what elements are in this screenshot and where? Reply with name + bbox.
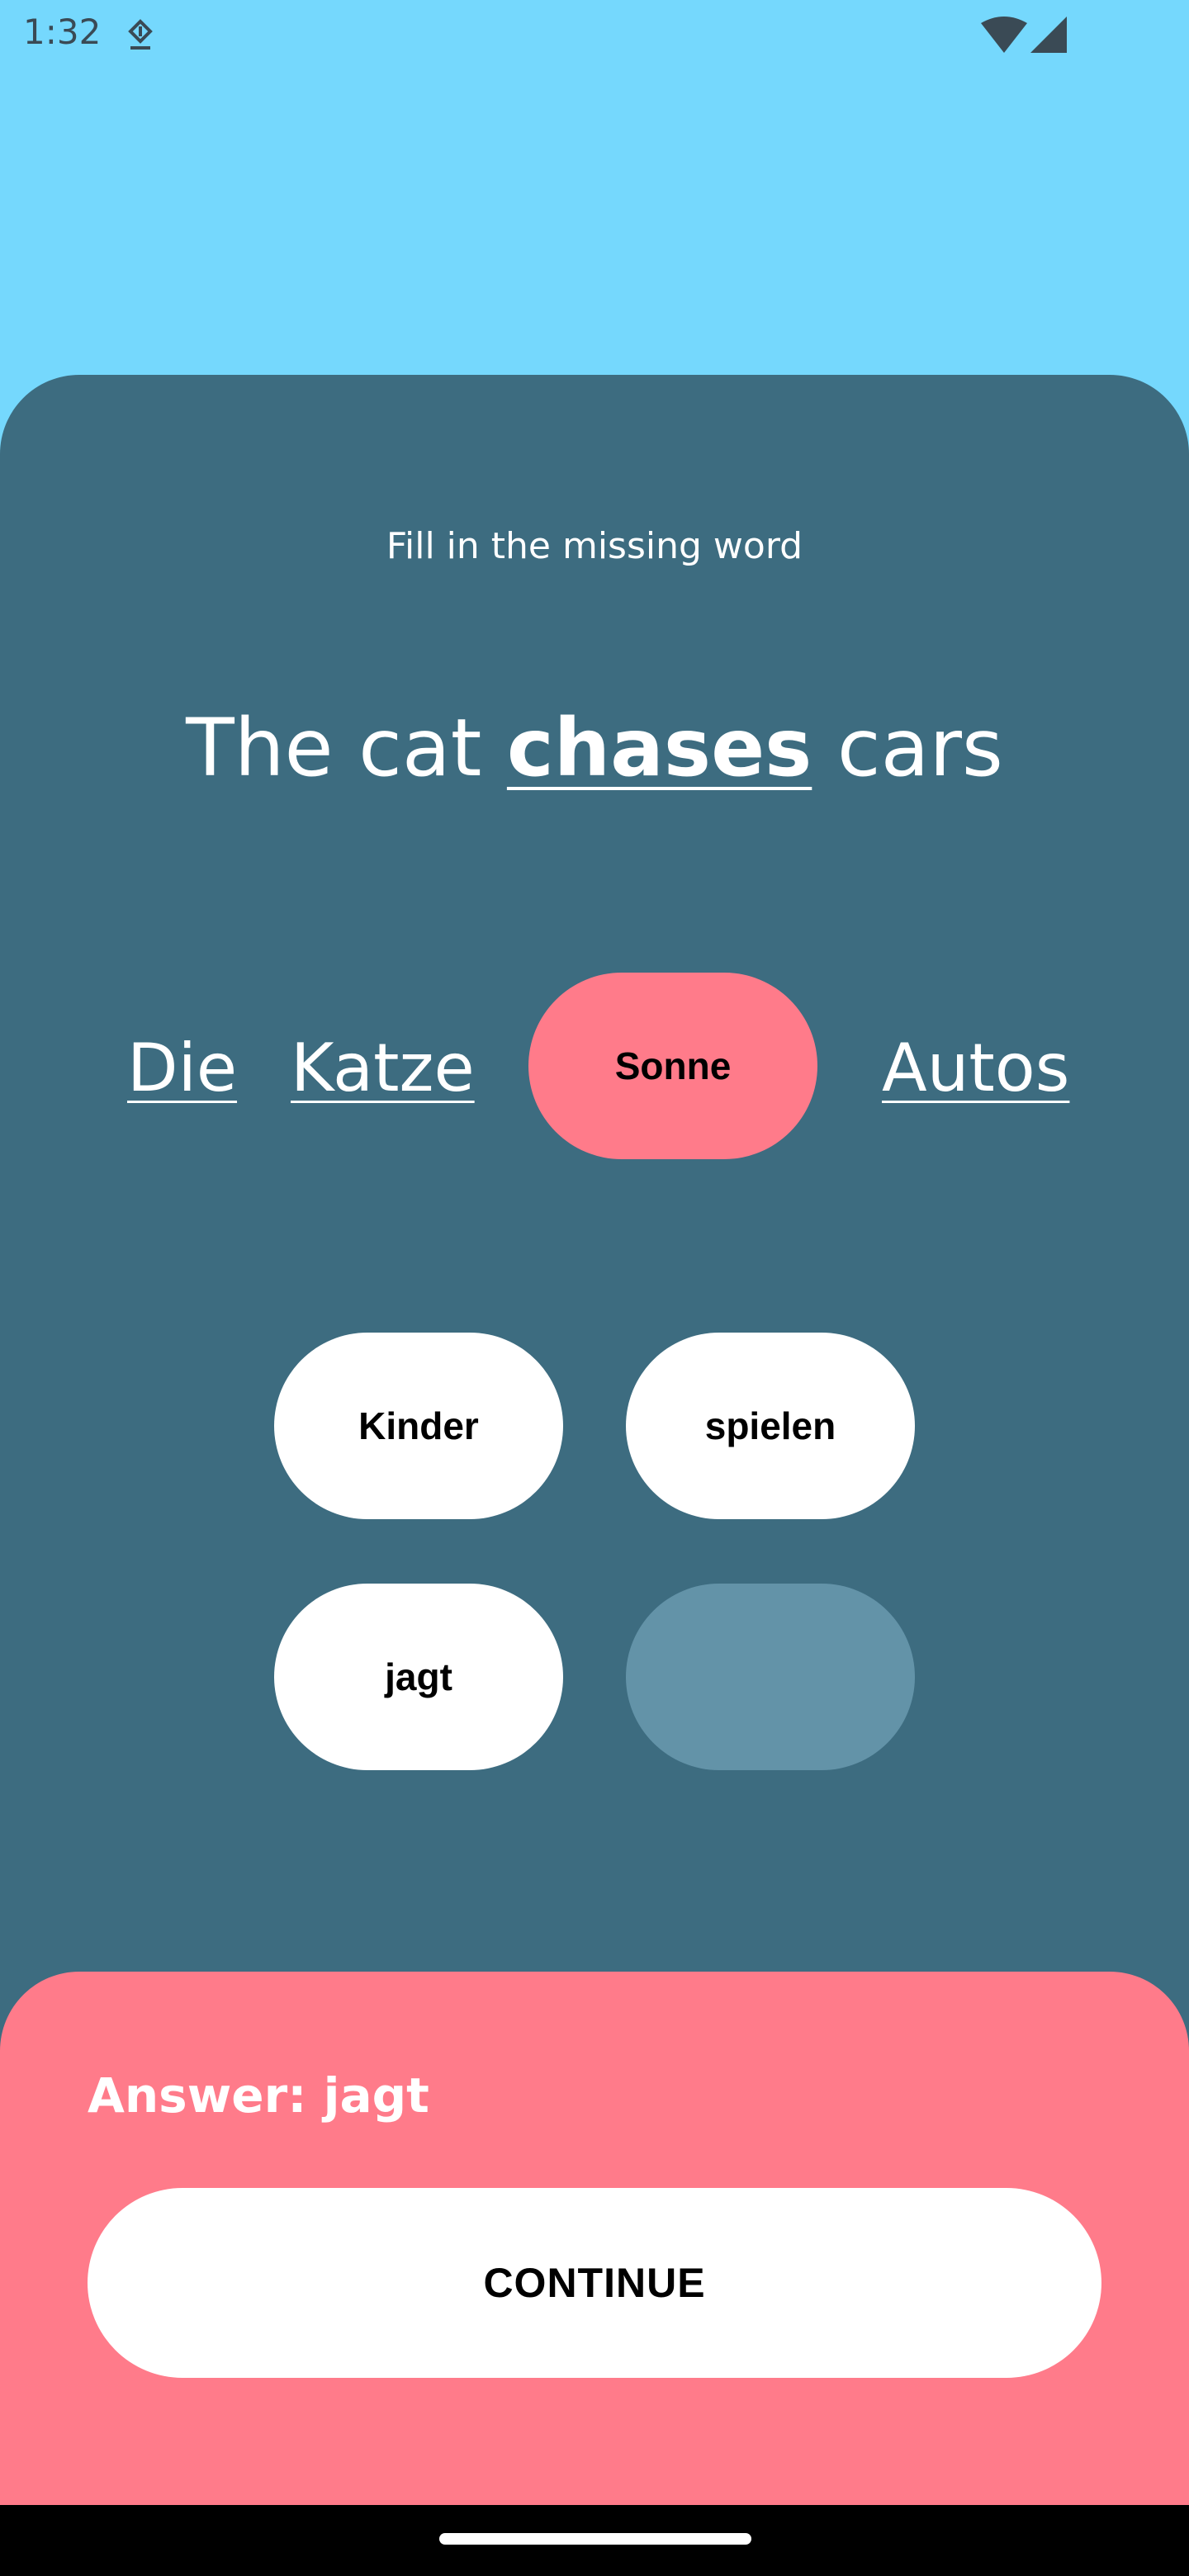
target-word-autos[interactable]: Autos: [882, 1027, 1069, 1110]
wifi-icon: [981, 17, 1027, 53]
download-icon: [128, 19, 153, 50]
status-time: 1:32: [23, 12, 102, 52]
home-indicator[interactable]: [439, 2533, 751, 2545]
option-jagt-button[interactable]: jagt: [274, 1584, 563, 1770]
answer-text: Answer: jagt: [88, 2067, 429, 2124]
instruction-text: Fill in the missing word: [386, 525, 803, 567]
answer-slot[interactable]: Sonne: [528, 973, 817, 1159]
target-word-katze[interactable]: Katze: [291, 1027, 475, 1110]
option-kinder-button[interactable]: Kinder: [274, 1333, 563, 1519]
signal-icon: [1030, 17, 1067, 53]
sentence-before: The cat: [186, 702, 507, 794]
status-bar: 1:32: [0, 0, 1189, 71]
option-spielen-button[interactable]: spielen: [626, 1333, 915, 1519]
sentence-highlight: chases: [506, 702, 812, 794]
source-sentence: The cat chases cars: [0, 698, 1189, 798]
continue-button[interactable]: CONTINUE: [88, 2188, 1101, 2378]
target-word-die[interactable]: Die: [127, 1027, 237, 1110]
sentence-after: cars: [812, 702, 1003, 794]
option-empty-slot: [626, 1584, 915, 1770]
